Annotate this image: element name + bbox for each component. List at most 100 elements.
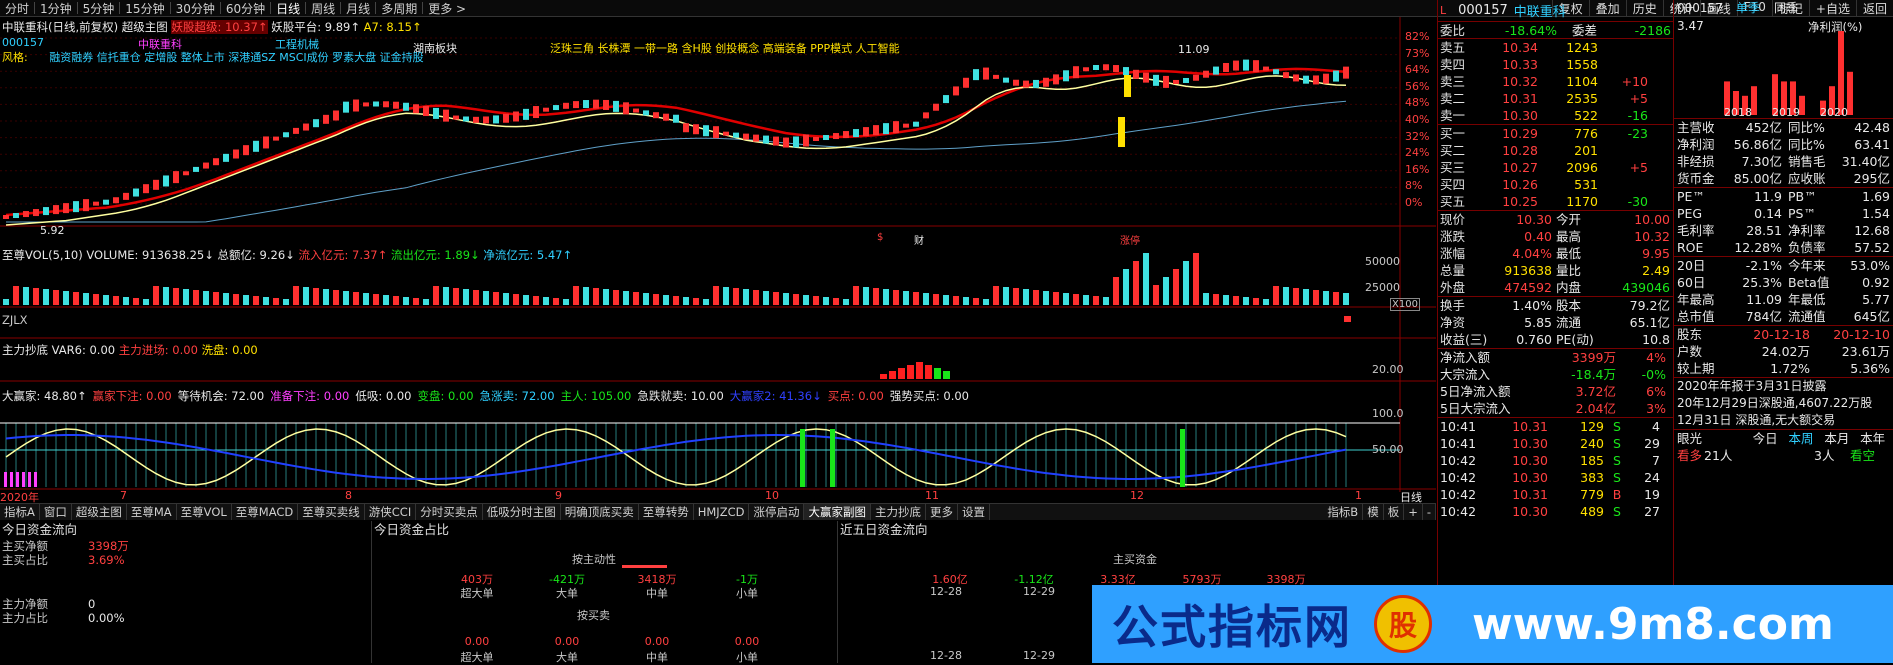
tick-vol-0: 129 xyxy=(1580,419,1604,434)
indicator-tab-12[interactable]: HMJZCD xyxy=(694,504,750,520)
vol-title[interactable]: 至尊VOL(5,10) xyxy=(2,248,83,262)
val-vb-1: 1.54 xyxy=(1862,206,1890,221)
quote-panel: L 000157 中联重科 委比 -18.64% 委差 -2186 卖五 10.3… xyxy=(1437,0,1673,663)
stat-val-b-2: 9.95 xyxy=(1642,246,1670,261)
vol-bar-113 xyxy=(1133,261,1139,305)
view-bear-count: 3人 xyxy=(1814,448,1835,463)
period-tab-5[interactable]: 60分钟 xyxy=(221,0,270,17)
candle-56 xyxy=(563,102,569,109)
main-code: 000157 xyxy=(2,36,44,49)
vol-bar-50 xyxy=(503,293,509,305)
sell-row-4[interactable]: 卖一 10.30 522 -16 xyxy=(1438,107,1673,124)
zjlx-title[interactable]: ZJLX xyxy=(2,313,28,327)
sell-row-0[interactable]: 卖五 10.34 1243 xyxy=(1438,39,1673,56)
indicator-tab-right-4[interactable]: - xyxy=(1423,504,1436,520)
zjlx-bar xyxy=(1344,316,1351,322)
event-mark-finance[interactable]: 财 xyxy=(914,232,924,247)
period-tab-4[interactable]: 30分钟 xyxy=(171,0,220,17)
period-tab-2[interactable]: 5分钟 xyxy=(78,0,120,17)
p2-cats-1: 超大单 大单 中单 小单 xyxy=(432,585,792,601)
period-tab-10[interactable]: 更多 > xyxy=(423,0,471,17)
indicator-tab-13[interactable]: 涨停启动 xyxy=(749,504,805,520)
period-tab-1[interactable]: 1分钟 xyxy=(35,0,77,17)
tick-side-2: S xyxy=(1613,453,1621,468)
fin-tab-same[interactable]: 同季 xyxy=(1774,0,1812,17)
fin-tab-quarter[interactable]: 单季 xyxy=(1736,0,1774,17)
candle-96 xyxy=(963,77,969,88)
candle-63 xyxy=(633,108,639,113)
indicator-tab-6[interactable]: 至尊买卖线 xyxy=(298,504,365,520)
period-tab-6[interactable]: 日线 xyxy=(271,0,305,17)
vol-header: 至尊VOL(5,10) VOLUME: 913638.25↓ 总额亿: 9.26… xyxy=(2,247,572,263)
indicator-tab-10[interactable]: 明确顶底买卖 xyxy=(561,504,639,520)
tick-count-0: 4 xyxy=(1652,419,1660,434)
chaodi-title[interactable]: 主力抄底 xyxy=(2,343,48,357)
holder-label-1: 户数 xyxy=(1677,344,1703,359)
indicator-tab-right-3[interactable]: + xyxy=(1404,504,1423,520)
perf-la-2: 年最高 xyxy=(1677,292,1715,307)
event-mark-dollar[interactable]: $ xyxy=(877,232,883,243)
vol-bar-87 xyxy=(873,288,879,305)
view-tab-0[interactable]: 眼光 xyxy=(1674,430,1750,447)
indicator-name[interactable]: 超级主图 xyxy=(122,20,168,34)
indicator-tab-3[interactable]: 至尊MA xyxy=(127,504,177,520)
p2-val2-0: 0.00 xyxy=(464,635,490,648)
indicator-tab-17[interactable]: 设置 xyxy=(958,504,990,520)
buy-label-3: 买四 xyxy=(1440,177,1466,192)
indicator-tab-8[interactable]: 分时买卖点 xyxy=(416,504,483,520)
indicator-tab-2[interactable]: 超级主图 xyxy=(72,504,127,520)
period-tab-0[interactable]: 分时 xyxy=(0,0,34,17)
indicator-tab-7[interactable]: 游侠CCI xyxy=(365,504,417,520)
indicator-tab-16[interactable]: 更多 xyxy=(926,504,958,520)
indicator-tab-5[interactable]: 至尊MACD xyxy=(232,504,299,520)
candle-123 xyxy=(1233,60,1239,71)
sell-row-2[interactable]: 卖三 10.32 1104 +10 xyxy=(1438,73,1673,90)
indicator-tab-9[interactable]: 低吸分时主图 xyxy=(483,504,561,520)
candle-100 xyxy=(1003,77,1009,83)
indicator-tab-14[interactable]: 大赢家副图 xyxy=(804,504,871,520)
candle-95 xyxy=(953,86,959,96)
dy-mag-bar-2 xyxy=(16,472,19,487)
indicator-tab-4[interactable]: 至尊VOL xyxy=(177,504,232,520)
period-tab-8[interactable]: 月线 xyxy=(341,0,375,17)
indicator-tab-0[interactable]: 指标A xyxy=(0,504,40,520)
sell-row-1[interactable]: 卖四 10.33 1558 xyxy=(1438,56,1673,73)
sell-row-3[interactable]: 卖二 10.31 2535 +5 xyxy=(1438,90,1673,107)
dy-item-9: 大赢家2: 41.36↓ xyxy=(729,389,822,403)
tick-price-1: 10.30 xyxy=(1512,436,1548,451)
buy-row-2[interactable]: 买三 10.27 2096 +5 xyxy=(1438,159,1673,176)
period-tab-9[interactable]: 多周期 xyxy=(376,0,422,17)
indicator-tab-right-0[interactable]: 指标B xyxy=(1323,504,1364,520)
candle-97 xyxy=(973,69,979,81)
stat2-label-b-0: 股本 xyxy=(1556,298,1582,313)
p1-value-1: 3398万 xyxy=(88,539,129,553)
watermark-title: 公式指标网 xyxy=(1112,600,1352,654)
view-tab-3[interactable]: 本月 xyxy=(1821,430,1857,447)
flow-row-0: 净流入额 3399万 4% xyxy=(1438,349,1673,366)
candle-58 xyxy=(583,100,589,109)
holder-b-1: 23.61万 xyxy=(1841,344,1890,359)
indicator-tab-right-2[interactable]: 板 xyxy=(1384,504,1405,520)
buy-delta-0: -23 xyxy=(1627,126,1648,141)
event-mark-limitup[interactable]: 涨停 xyxy=(1120,232,1140,247)
period-tab-7[interactable]: 周线 xyxy=(306,0,340,17)
ind-value-b: 妖股平台: 9.89↑ xyxy=(271,20,360,34)
period-tab-3[interactable]: 15分钟 xyxy=(120,0,169,17)
candle-23 xyxy=(233,149,239,159)
val-la-2: 毛利率 xyxy=(1677,223,1715,238)
indicator-tab-15[interactable]: 主力抄底 xyxy=(871,504,926,520)
view-tab-4[interactable]: 本年 xyxy=(1857,430,1893,447)
vol-bar-25 xyxy=(253,296,259,305)
vol-inflow: 流入亿元: 7.37↑ xyxy=(298,248,388,262)
buy-row-4[interactable]: 买五 10.25 1170 -30 xyxy=(1438,193,1673,210)
perf-la-0: 20日 xyxy=(1677,258,1706,273)
indicator-tab-11[interactable]: 至尊转势 xyxy=(639,504,694,520)
indicator-tab-right-1[interactable]: 模 xyxy=(1363,504,1384,520)
buy-row-1[interactable]: 买二 10.28 201 xyxy=(1438,142,1673,159)
vol-bar-100 xyxy=(1003,287,1009,305)
view-tab-2[interactable]: 本周 xyxy=(1785,430,1821,447)
view-tab-1[interactable]: 今日 xyxy=(1750,430,1786,447)
buy-row-3[interactable]: 买四 10.26 531 xyxy=(1438,176,1673,193)
buy-row-0[interactable]: 买一 10.29 776 -23 xyxy=(1438,125,1673,142)
indicator-tab-1[interactable]: 窗口 xyxy=(40,504,72,520)
